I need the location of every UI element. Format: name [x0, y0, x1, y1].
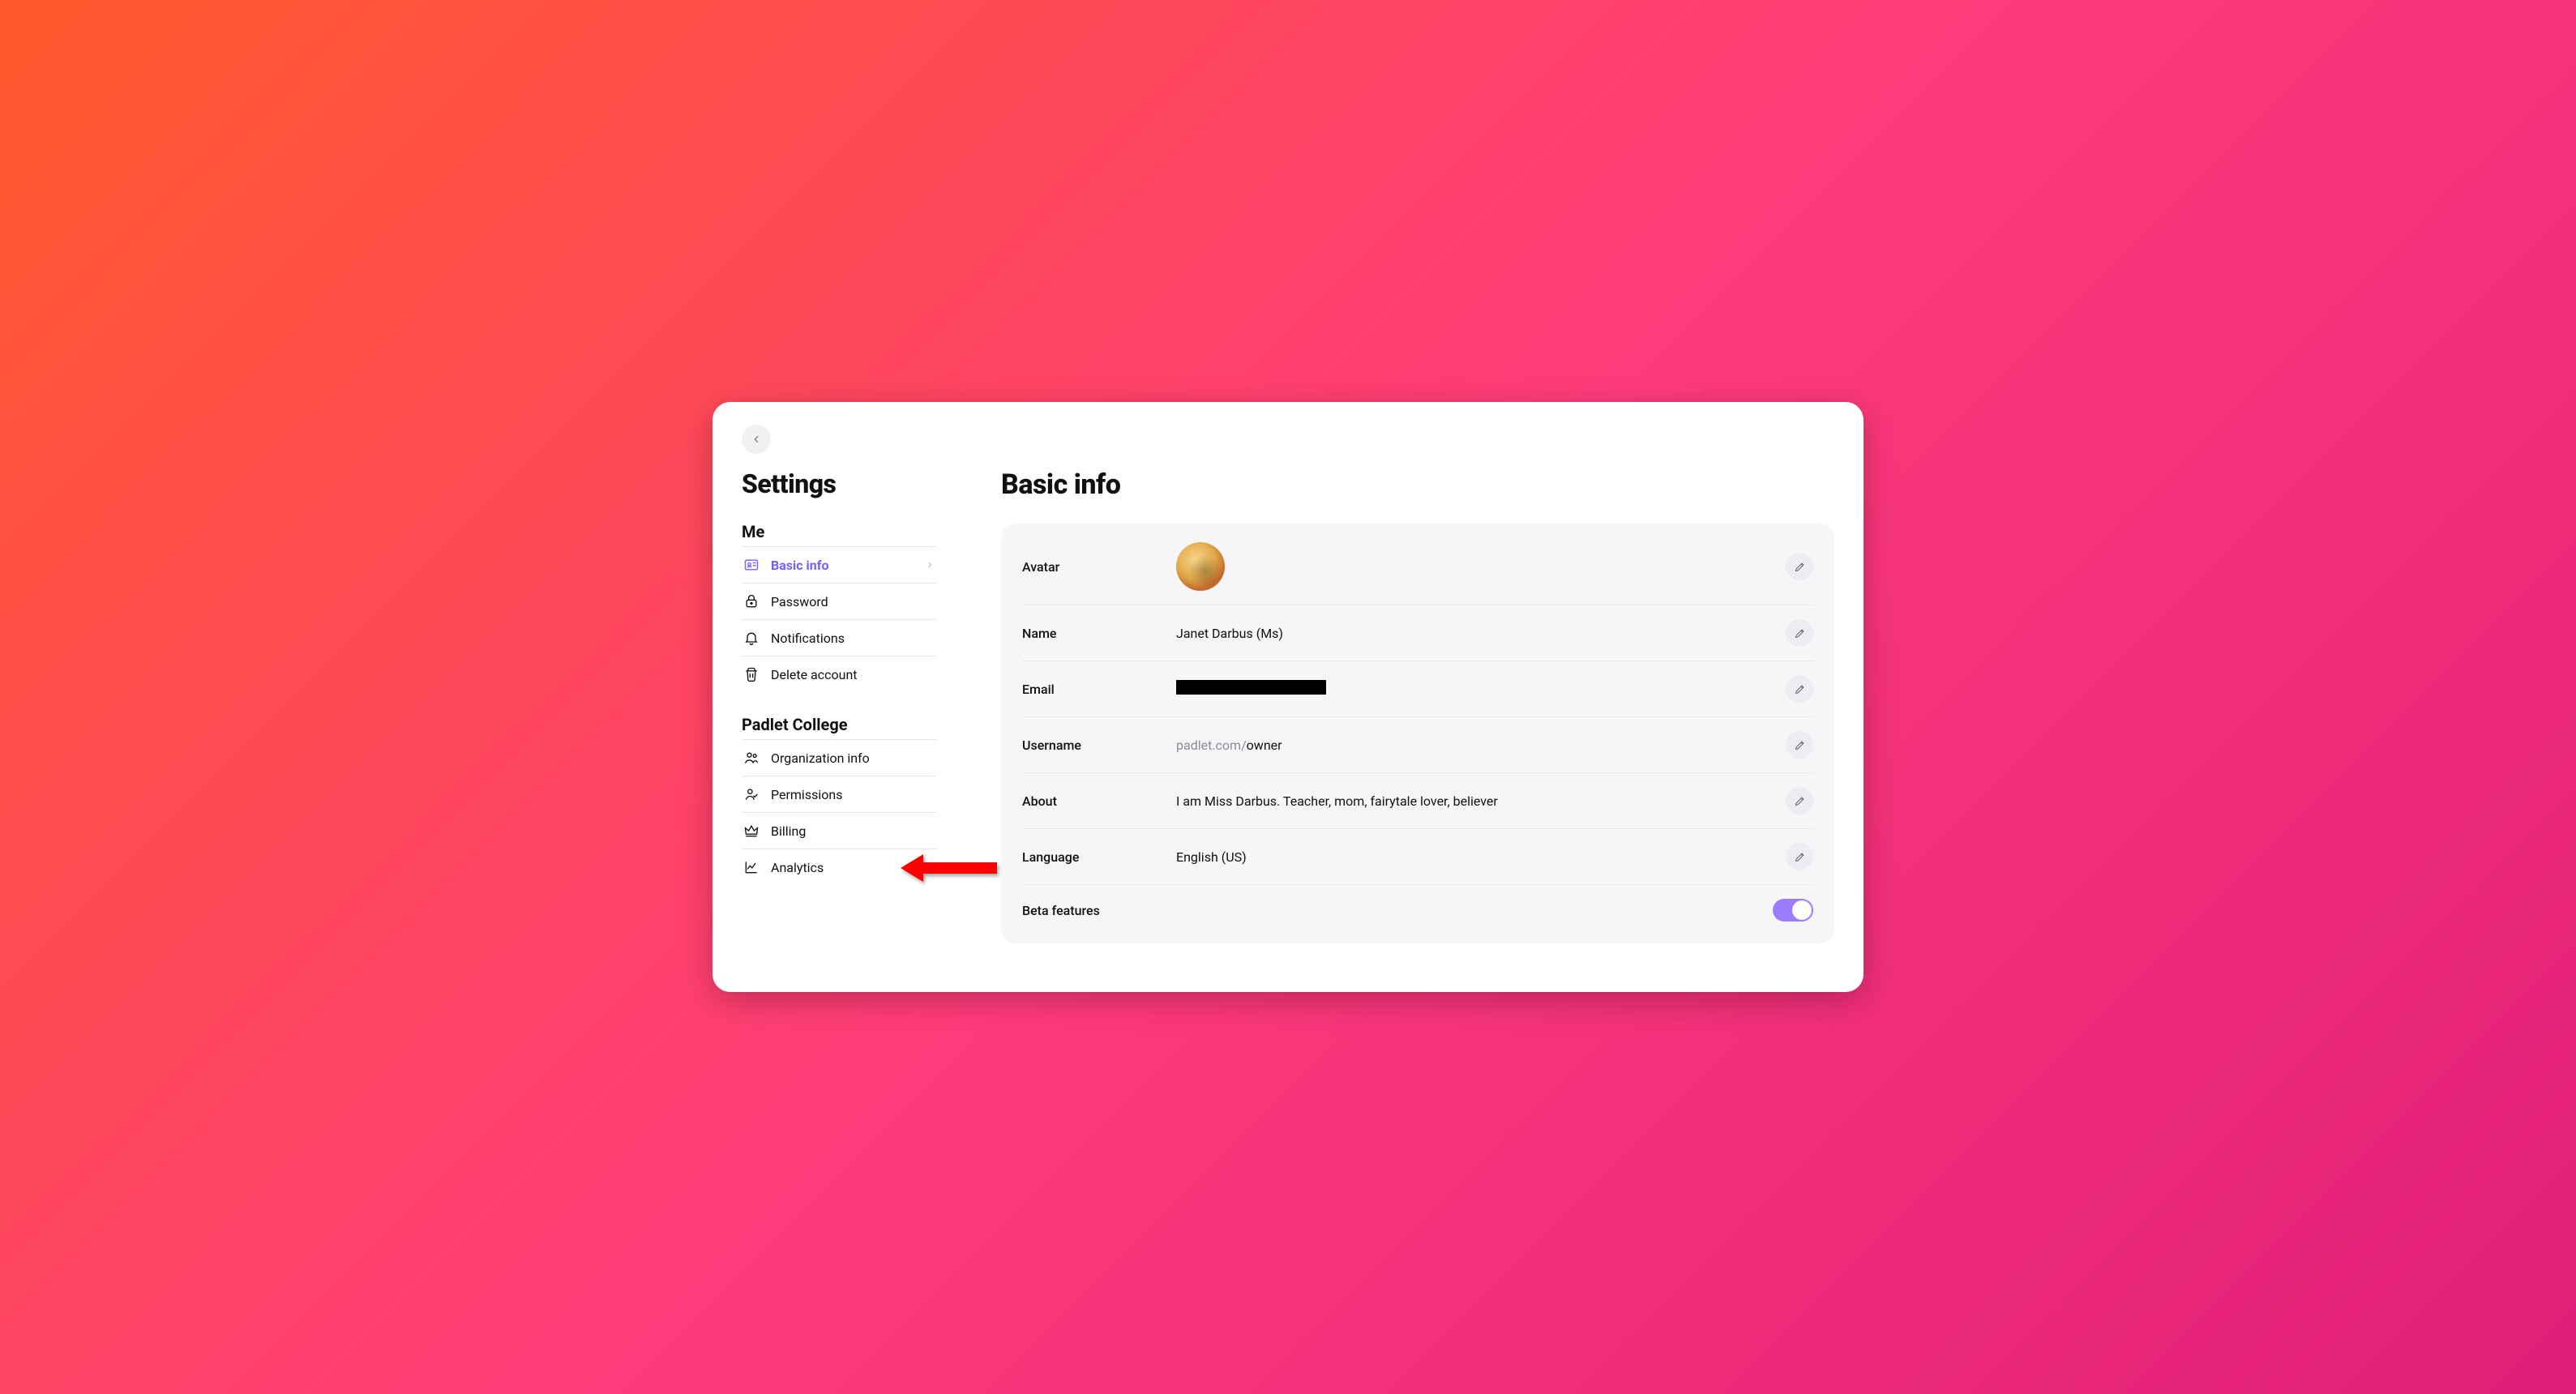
main-content: Basic info Avatar Name Janet Darbus (Ms) — [1001, 468, 1834, 943]
pencil-icon — [1794, 627, 1806, 639]
row-username: Username padlet.com/owner — [1022, 717, 1813, 773]
sidebar-item-label: Billing — [771, 823, 806, 839]
row-value — [1176, 680, 1786, 698]
sidebar-item-analytics[interactable]: Analytics — [742, 849, 936, 885]
sidebar-title: Settings — [742, 468, 936, 499]
sidebar-item-label: Password — [771, 594, 828, 609]
sidebar-item-label: Delete account — [771, 667, 858, 682]
chart-line-icon — [743, 859, 760, 875]
lock-icon — [743, 593, 760, 609]
row-value: Janet Darbus (Ms) — [1176, 626, 1786, 641]
row-label: Email — [1022, 682, 1176, 697]
row-value — [1176, 542, 1786, 591]
sidebar-item-label: Notifications — [771, 631, 845, 646]
id-card-icon — [743, 557, 760, 573]
edit-email-button[interactable] — [1786, 675, 1813, 703]
row-label: Username — [1022, 738, 1176, 753]
sidebar-item-password[interactable]: Password — [742, 584, 936, 620]
row-about: About I am Miss Darbus. Teacher, mom, fa… — [1022, 773, 1813, 829]
pencil-icon — [1794, 683, 1806, 695]
sidebar-item-permissions[interactable]: Permissions — [742, 776, 936, 813]
row-label: Avatar — [1022, 559, 1176, 575]
pencil-icon — [1794, 795, 1806, 807]
settings-card: Settings Me Basic info Pa — [712, 402, 1864, 992]
row-value: I am Miss Darbus. Teacher, mom, fairytal… — [1176, 793, 1786, 809]
sidebar-item-label: Analytics — [771, 860, 824, 875]
username-prefix: padlet.com/ — [1176, 738, 1247, 753]
row-email: Email — [1022, 661, 1813, 717]
trash-icon — [743, 666, 760, 682]
row-language: Language English (US) — [1022, 829, 1813, 885]
row-beta-features: Beta features — [1022, 885, 1813, 935]
sidebar-section-me-label: Me — [742, 522, 936, 541]
user-check-icon — [743, 786, 760, 802]
sidebar-section-org: Organization info Permissions Billing — [742, 739, 936, 885]
crown-icon — [743, 823, 760, 839]
redacted-email — [1176, 680, 1326, 695]
sidebar-item-label: Basic info — [771, 558, 829, 573]
sidebar: Settings Me Basic info Pa — [742, 468, 936, 943]
chevron-left-icon — [751, 434, 762, 445]
row-label: Language — [1022, 849, 1176, 865]
sidebar-item-label: Organization info — [771, 750, 870, 766]
sidebar-item-delete-account[interactable]: Delete account — [742, 656, 936, 692]
sidebar-item-notifications[interactable]: Notifications — [742, 620, 936, 656]
edit-name-button[interactable] — [1786, 619, 1813, 647]
row-label: Beta features — [1022, 903, 1773, 918]
edit-avatar-button[interactable] — [1786, 553, 1813, 580]
row-value: padlet.com/owner — [1176, 738, 1786, 753]
avatar — [1176, 542, 1225, 591]
pencil-icon — [1794, 739, 1806, 751]
row-value: English (US) — [1176, 849, 1786, 865]
basic-info-panel: Avatar Name Janet Darbus (Ms) — [1001, 524, 1834, 943]
pencil-icon — [1794, 851, 1806, 863]
sidebar-section-me: Basic info Password Notifications — [742, 546, 936, 692]
row-label: About — [1022, 793, 1176, 809]
bell-icon — [743, 630, 760, 646]
chevron-right-icon — [925, 558, 935, 573]
pencil-icon — [1794, 561, 1806, 573]
row-name: Name Janet Darbus (Ms) — [1022, 605, 1813, 661]
sidebar-item-basic-info[interactable]: Basic info — [742, 547, 936, 584]
sidebar-item-organization-info[interactable]: Organization info — [742, 740, 936, 776]
back-button[interactable] — [742, 425, 771, 454]
row-avatar: Avatar — [1022, 528, 1813, 605]
edit-about-button[interactable] — [1786, 787, 1813, 815]
beta-features-toggle[interactable] — [1773, 899, 1813, 921]
toggle-knob — [1792, 900, 1812, 920]
sidebar-item-label: Permissions — [771, 787, 842, 802]
row-label: Name — [1022, 626, 1176, 641]
users-icon — [743, 750, 760, 766]
sidebar-section-org-label: Padlet College — [742, 715, 936, 734]
username-value: owner — [1247, 738, 1282, 753]
edit-username-button[interactable] — [1786, 731, 1813, 759]
sidebar-item-billing[interactable]: Billing — [742, 813, 936, 849]
edit-language-button[interactable] — [1786, 843, 1813, 870]
page-title: Basic info — [1001, 468, 1834, 501]
